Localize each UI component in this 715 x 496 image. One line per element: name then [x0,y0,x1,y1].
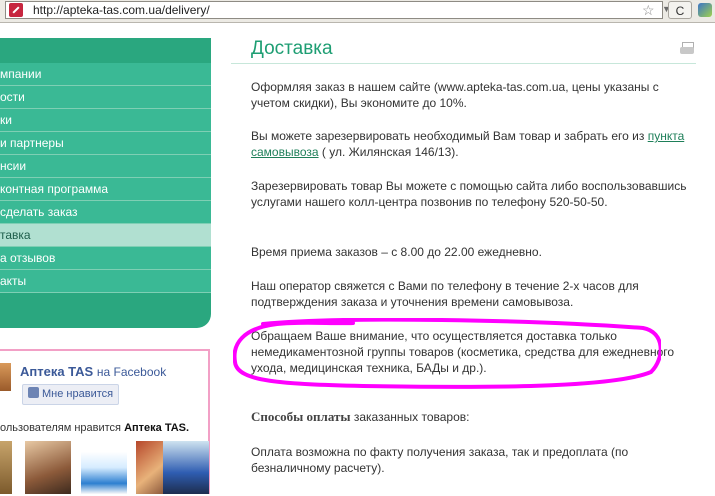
fan-avatar[interactable] [25,441,71,494]
like-thumb-icon [28,387,39,398]
fan-avatar[interactable] [81,441,127,494]
sidebar-item[interactable]: и партнеры [0,132,211,155]
paragraph-reserve: Зарезервировать товар Вы можете с помощь… [251,179,687,209]
facebook-like-box: Аптека TAS на Facebook Мне нравится ольз… [0,349,210,494]
address-bar[interactable]: http://apteka-tas.com.ua/delivery/ ☆ ▼ [5,1,671,19]
sidebar-item[interactable]: мпании [0,63,211,86]
like-button[interactable]: Мне нравится [22,384,119,405]
facebook-page-link[interactable]: Аптека TAS [20,364,93,379]
browser-toolbar: http://apteka-tas.com.ua/delivery/ ☆ ▼ C [0,0,715,23]
paragraph-discount: Оформляя заказ в нашем сайте (www.apteka… [251,80,659,110]
page-title: Доставка [251,38,333,59]
sidebar-item[interactable]: контная программа [0,178,211,201]
pickup-text-after: ( ул. Жилянская 146/13). [318,145,459,159]
paragraph-payment: Оплата возможна по факту получения заказ… [251,445,629,475]
pickup-text-before: Вы можете зарезервировать необходимый Ва… [251,129,648,143]
sidebar-item[interactable]: акты [0,270,211,293]
sidebar-item[interactable]: тавка [0,224,211,247]
sidebar-item[interactable]: ости [0,86,211,109]
payment-heading-rest: заказанных товаров: [350,410,470,424]
sidebar-item[interactable]: нсии [0,155,211,178]
like-button-label: Мне нравится [42,388,114,400]
paragraph-delivery-note: Обращаем Ваше внимание, что осуществляет… [251,329,675,375]
site-favicon [9,3,23,17]
print-icon[interactable] [680,42,694,55]
paragraph-pickup: Вы можете зарезервировать необходимый Ва… [251,128,696,160]
sidebar-menu: мпании ости ки и партнеры нсии контная програ… [0,38,211,328]
title-divider [231,63,696,64]
paragraph-operator: Наш оператор свяжется с Вами по телефону… [251,279,639,309]
facebook-page-title: Аптека TAS на Facebook [20,364,166,379]
likes-count-prefix: ользователям нравится [0,422,121,434]
fan-avatar[interactable] [0,441,12,494]
likes-count-text: ользователям нравится Аптека TAS. [0,422,189,434]
sidebar-item[interactable]: ки [0,109,211,132]
bookmark-star-icon[interactable]: ☆ [642,2,655,19]
payment-heading-bold: Способы оплаты [251,409,351,424]
extension-icon[interactable] [698,3,712,17]
sidebar-item[interactable]: сделать заказ [0,201,211,224]
paragraph-hours: Время приема заказов – с 8.00 до 22.00 е… [251,245,542,259]
payment-heading: Способы оплаты заказанных товаров: [251,409,696,425]
facebook-on-label[interactable]: на Facebook [97,365,166,379]
fan-avatar[interactable] [163,441,209,494]
reload-icon[interactable]: C [668,1,692,19]
likes-count-page[interactable]: Аптека TAS. [124,422,189,434]
fan-photos [0,441,210,496]
url-text[interactable]: http://apteka-tas.com.ua/delivery/ [33,3,210,17]
facebook-page-avatar[interactable] [0,363,11,391]
sidebar-item[interactable]: а отзывов [0,247,211,270]
